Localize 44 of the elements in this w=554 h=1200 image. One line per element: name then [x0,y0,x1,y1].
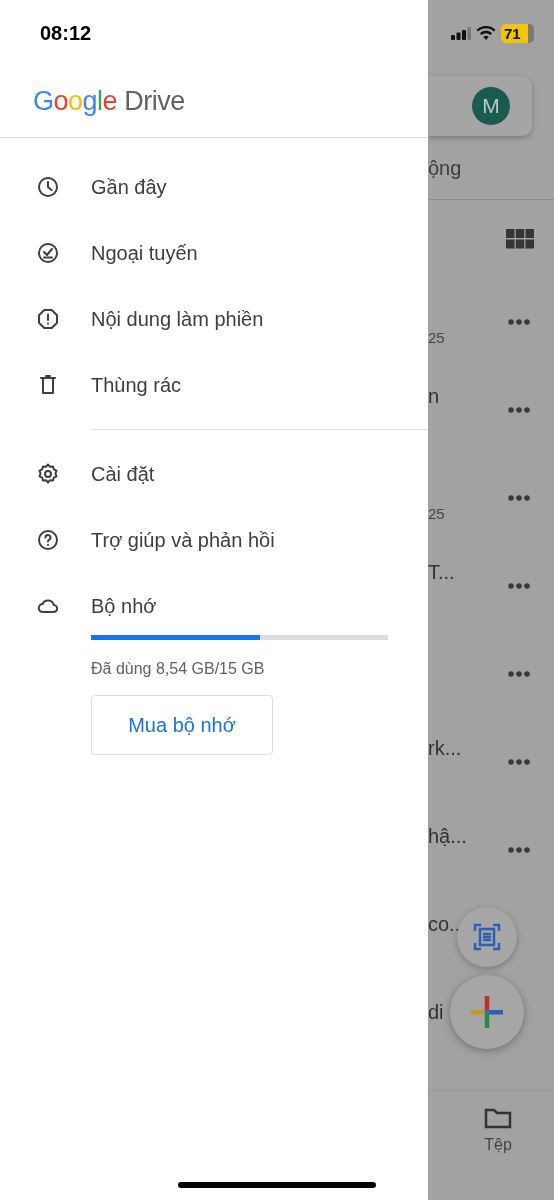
app-logo: Google Drive [33,85,185,119]
menu-item[interactable]: Cài đặt [0,441,428,507]
more-icon[interactable] [508,671,530,677]
file-name: co.. [428,913,461,935]
file-name: T... [428,561,455,583]
status-time: 08:12 [40,21,92,46]
file-name: n [428,385,440,407]
folder-icon[interactable] [484,1107,512,1129]
scan-icon [473,923,501,951]
file-name: di [428,1001,444,1023]
file-name: rk... [428,737,462,759]
alert-icon [36,307,60,331]
more-icon[interactable] [508,847,530,853]
menu-item[interactable]: Gần đây [0,154,428,220]
help-icon [36,528,60,552]
nav-label[interactable]: Tệp [484,1133,512,1157]
file-date: 25 [428,329,445,346]
more-icon[interactable] [508,583,530,589]
check-circle-icon [36,241,60,265]
more-icon[interactable] [508,407,530,413]
new-button[interactable] [450,975,524,1049]
file-date: 25 [428,505,445,522]
settings-icon [36,462,60,486]
scan-button[interactable] [457,907,517,967]
more-icon[interactable] [508,759,530,765]
more-icon[interactable] [508,319,530,325]
menu-item[interactable]: Nội dung làm phiền [0,286,428,352]
grid-view-icon[interactable] [506,229,534,249]
search-bar[interactable]: M [428,76,532,136]
clock-icon [36,175,60,199]
menu-item[interactable]: Ngoại tuyến [0,220,428,286]
wifi-icon [476,25,496,41]
signal-icon [451,26,471,40]
plus-icon [471,996,503,1028]
more-icon[interactable] [508,495,530,501]
menu-item[interactable]: Bộ nhớ [0,573,428,639]
avatar[interactable]: M [472,87,510,125]
file-name: hậ... [428,825,467,847]
buy-storage-button[interactable]: Mua bộ nhớ [91,695,273,755]
storage-usage: Đã dùng 8,54 GB/15 GB [91,659,266,679]
menu-item[interactable]: Trợ giúp và phản hồi [0,507,428,573]
tab-label[interactable]: ộng [428,152,462,183]
battery-indicator: 71 [501,23,534,43]
menu-item[interactable]: Thùng rác [0,352,428,418]
